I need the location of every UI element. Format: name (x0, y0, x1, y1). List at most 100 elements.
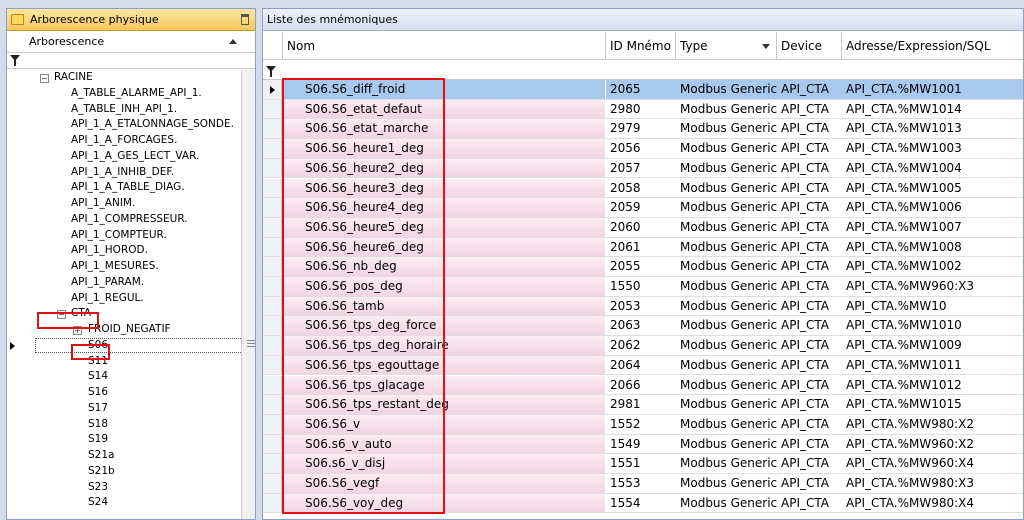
row-header[interactable] (263, 454, 282, 473)
cell-adresse[interactable]: API_CTA.%MW980:X2 (842, 415, 1023, 434)
cell-id-mnemo[interactable]: 1549 (606, 435, 676, 454)
cell-type[interactable]: Modbus Generic (676, 297, 777, 316)
tree-node[interactable]: S16 (7, 385, 241, 401)
cell-adresse[interactable]: API_CTA.%MW1004 (842, 159, 1023, 178)
cell-device[interactable]: API_CTA (777, 139, 842, 158)
cell-id-mnemo[interactable]: 2065 (606, 80, 676, 99)
cell-adresse[interactable]: API_CTA.%MW1008 (842, 238, 1023, 257)
tree-node[interactable]: API_1_HOROD. (7, 243, 241, 259)
grid-filter-row[interactable] (263, 60, 1023, 80)
tree-node[interactable]: A_TABLE_INH_API_1. (7, 102, 241, 118)
cell-adresse[interactable]: API_CTA.%MW960:X2 (842, 435, 1023, 454)
cell-id-mnemo[interactable]: 2053 (606, 297, 676, 316)
tree-filter-row[interactable] (7, 53, 255, 69)
filter-icon[interactable] (266, 66, 276, 77)
column-header-type[interactable]: Type (676, 32, 777, 60)
cell-type[interactable]: Modbus Generic (676, 139, 777, 158)
tree-node[interactable]: A_TABLE_ALARME_API_1. (7, 86, 241, 102)
row-header[interactable] (263, 139, 282, 158)
cell-type[interactable]: Modbus Generic (676, 336, 777, 355)
cell-device[interactable]: API_CTA (777, 336, 842, 355)
cell-adresse[interactable]: API_CTA.%MW1007 (842, 218, 1023, 237)
cell-id-mnemo[interactable]: 2066 (606, 376, 676, 395)
cell-device[interactable]: API_CTA (777, 356, 842, 375)
cell-type[interactable]: Modbus Generic (676, 435, 777, 454)
tree-node[interactable]: − RACINE (7, 70, 241, 86)
cell-device[interactable]: API_CTA (777, 119, 842, 138)
row-header[interactable] (263, 414, 282, 434)
row-header[interactable] (263, 474, 282, 493)
cell-adresse[interactable]: API_CTA.%MW1002 (842, 257, 1023, 276)
cell-type[interactable]: Modbus Generic (676, 80, 777, 99)
row-header[interactable] (263, 395, 282, 414)
cell-id-mnemo[interactable]: 1551 (606, 454, 676, 473)
tree-node[interactable]: S17 (7, 401, 241, 417)
tree-node[interactable]: S06 (7, 337, 247, 354)
tree-node[interactable]: API_1_ANIM. (7, 196, 241, 212)
tree-node[interactable]: API_1_PARAM. (7, 275, 241, 291)
cell-device[interactable]: API_CTA (777, 179, 842, 198)
cell-id-mnemo[interactable]: 1550 (606, 277, 676, 296)
cell-id-mnemo[interactable]: 2057 (606, 159, 676, 178)
tree-node[interactable]: API_1_MESURES. (7, 259, 241, 275)
cell-type[interactable]: Modbus Generic (676, 494, 777, 513)
cell-type[interactable]: Modbus Generic (676, 474, 777, 493)
cell-adresse[interactable]: API_CTA.%MW1015 (842, 395, 1023, 414)
tree-node[interactable]: API_1_COMPTEUR. (7, 228, 241, 244)
cell-device[interactable]: API_CTA (777, 415, 842, 434)
pin-icon[interactable] (241, 14, 249, 25)
chevron-down-icon[interactable] (762, 44, 770, 49)
cell-device[interactable]: API_CTA (777, 198, 842, 217)
cell-device[interactable]: API_CTA (777, 100, 842, 119)
cell-device[interactable]: API_CTA (777, 454, 842, 473)
cell-id-mnemo[interactable]: 2058 (606, 179, 676, 198)
cell-id-mnemo[interactable]: 2061 (606, 238, 676, 257)
row-header[interactable] (263, 493, 282, 513)
cell-adresse[interactable]: API_CTA.%MW1005 (842, 179, 1023, 198)
tree-node[interactable]: API_1_COMPRESSEUR. (7, 212, 241, 228)
cell-id-mnemo[interactable]: 2062 (606, 336, 676, 355)
cell-id-mnemo[interactable]: 1554 (606, 494, 676, 513)
tree-node[interactable]: S21b (7, 464, 241, 480)
cell-type[interactable]: Modbus Generic (676, 238, 777, 257)
tree-column-header[interactable]: Arborescence (7, 31, 255, 53)
tree-node[interactable]: API_1_A_INHIB_DEF. (7, 165, 241, 181)
cell-device[interactable]: API_CTA (777, 494, 842, 513)
tree-node[interactable]: API_1_A_TABLE_DIAG. (7, 180, 241, 196)
collapse-icon[interactable]: − (40, 74, 49, 83)
cell-adresse[interactable]: API_CTA.%MW1014 (842, 100, 1023, 119)
tree-scrollbar-grip[interactable] (244, 340, 255, 370)
cell-device[interactable]: API_CTA (777, 80, 842, 99)
cell-type[interactable]: Modbus Generic (676, 100, 777, 119)
cell-device[interactable]: API_CTA (777, 218, 842, 237)
cell-type[interactable]: Modbus Generic (676, 356, 777, 375)
row-header[interactable] (263, 237, 282, 257)
row-header[interactable] (263, 119, 282, 139)
cell-type[interactable]: Modbus Generic (676, 257, 777, 276)
cell-type[interactable]: Modbus Generic (676, 277, 777, 296)
cell-id-mnemo[interactable]: 2060 (606, 218, 676, 237)
row-header[interactable] (263, 257, 282, 276)
cell-device[interactable]: API_CTA (777, 316, 842, 335)
row-header[interactable] (263, 296, 282, 316)
tree-node[interactable]: API_1_A_FORCAGES. (7, 133, 241, 149)
cell-adresse[interactable]: API_CTA.%MW1009 (842, 336, 1023, 355)
tree-node[interactable]: S11 (7, 354, 241, 370)
row-header[interactable] (263, 375, 282, 395)
row-header[interactable] (263, 198, 282, 217)
cell-id-mnemo[interactable]: 2980 (606, 100, 676, 119)
cell-device[interactable]: API_CTA (777, 376, 842, 395)
column-header-adresse[interactable]: Adresse/Expression/SQL (842, 32, 1023, 60)
column-header-device[interactable]: Device (777, 32, 842, 60)
cell-adresse[interactable]: API_CTA.%MW1006 (842, 198, 1023, 217)
row-header[interactable] (263, 178, 282, 198)
row-header[interactable] (263, 217, 282, 237)
cell-device[interactable]: API_CTA (777, 257, 842, 276)
cell-type[interactable]: Modbus Generic (676, 376, 777, 395)
cell-type[interactable]: Modbus Generic (676, 179, 777, 198)
cell-type[interactable]: Modbus Generic (676, 316, 777, 335)
cell-id-mnemo[interactable]: 2064 (606, 356, 676, 375)
filter-icon[interactable] (10, 55, 20, 66)
cell-type[interactable]: Modbus Generic (676, 119, 777, 138)
tree-node[interactable]: API_1_A_GES_LECT_VAR. (7, 149, 241, 165)
